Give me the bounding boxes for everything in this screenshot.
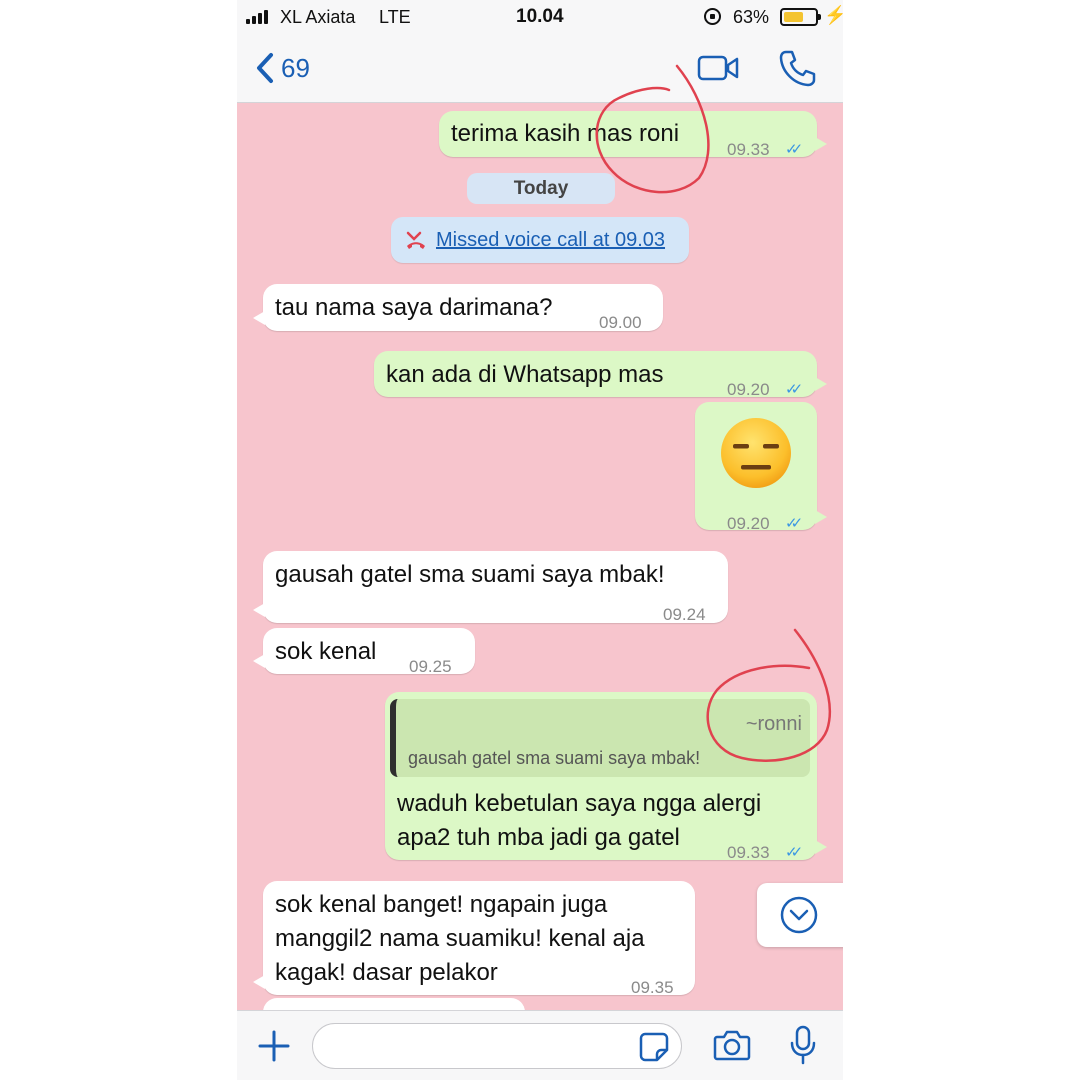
status-bar: XL Axiata LTE 10.04 63% ⚡	[237, 0, 843, 34]
plus-icon[interactable]	[257, 1029, 291, 1063]
status-time: 10.04	[516, 6, 564, 27]
message-time: 09.24	[663, 605, 706, 624]
camera-icon[interactable]	[713, 1028, 751, 1062]
message-time: 09.20	[727, 514, 770, 533]
chevron-down-circle-icon	[780, 896, 818, 934]
expressionless-face-emoji	[721, 418, 791, 488]
video-call-icon[interactable]	[697, 52, 741, 84]
network-type: LTE	[379, 7, 411, 27]
chat-screen: XL Axiata LTE 10.04 63% ⚡ 69 terima kasi…	[237, 0, 843, 1080]
message-bubble-incoming[interactable]: gausah gatel sma suami saya mbak! 09.24	[253, 551, 728, 624]
battery-percent: 63%	[733, 7, 770, 27]
quoted-author: ~ronni	[745, 713, 802, 735]
chat-header: 69	[237, 34, 843, 103]
message-text-line: manggil2 nama suamiku! kenal aja	[275, 925, 645, 952]
message-input[interactable]	[312, 1023, 682, 1069]
message-text: tau nama saya darimana?	[275, 294, 553, 321]
message-text-line: apa2 tuh mba jadi ga gatel	[397, 824, 680, 851]
read-ticks-icon: ✓✓	[785, 844, 803, 861]
message-bubble-incoming[interactable]: tau nama saya darimana? 09.00	[253, 284, 663, 332]
signal-bars-icon	[246, 10, 274, 24]
message-bubble-outgoing-emoji[interactable]: 09.20 ✓✓	[695, 402, 827, 533]
quoted-message[interactable]: ~ronni gausah gatel sma suami saya mbak!	[390, 699, 810, 777]
message-text: sok kenal	[275, 638, 377, 665]
voice-call-icon[interactable]	[777, 48, 817, 88]
quoted-text: gausah gatel sma suami saya mbak!	[408, 748, 701, 768]
charging-bolt-icon: ⚡	[824, 5, 843, 25]
back-unread-count[interactable]: 69	[281, 53, 310, 84]
message-bubble-incoming[interactable]: sok kenal banget! ngapain juga manggil2 …	[253, 881, 695, 997]
message-bubble-outgoing[interactable]: kan ada di Whatsapp mas 09.20 ✓✓	[374, 351, 827, 399]
battery-icon	[780, 8, 821, 26]
scroll-to-bottom-button[interactable]	[757, 883, 843, 947]
message-time: 09.25	[409, 657, 452, 676]
message-bubble-outgoing[interactable]: terima kasih mas roni 09.33 ✓✓	[439, 111, 827, 159]
message-time: 09.33	[727, 140, 770, 159]
message-text-line: kagak! dasar pelakor	[275, 959, 498, 986]
message-time: 09.33	[727, 843, 770, 862]
read-ticks-icon: ✓✓	[785, 141, 803, 158]
message-time: 09.00	[599, 313, 642, 332]
missed-call-text[interactable]: Missed voice call at 09.03	[436, 217, 665, 263]
message-text: kan ada di Whatsapp mas	[386, 361, 664, 388]
read-ticks-icon: ✓✓	[785, 515, 803, 532]
microphone-icon[interactable]	[789, 1025, 817, 1065]
chevron-left-icon[interactable]	[251, 49, 285, 87]
sticker-icon[interactable]	[639, 1032, 669, 1062]
message-input-bar	[237, 1010, 843, 1080]
message-text-line: waduh kebetulan saya ngga alergi	[397, 790, 762, 817]
message-bubble-incoming[interactable]: sok kenal 09.25	[253, 628, 475, 676]
date-separator: Today	[467, 173, 615, 204]
message-time: 09.35	[631, 978, 674, 997]
orientation-lock-icon	[704, 8, 721, 25]
message-text: gausah gatel sma suami saya mbak!	[275, 561, 665, 588]
carrier-name: XL Axiata	[280, 7, 356, 27]
message-text: terima kasih mas roni	[451, 120, 680, 147]
missed-call-icon	[406, 231, 425, 249]
message-bubble-outgoing-reply[interactable]: ~ronni gausah gatel sma suami saya mbak!…	[385, 692, 827, 862]
missed-call-notice[interactable]: Missed voice call at 09.03	[391, 217, 689, 263]
message-text-line: sok kenal banget! ngapain juga	[275, 891, 608, 918]
